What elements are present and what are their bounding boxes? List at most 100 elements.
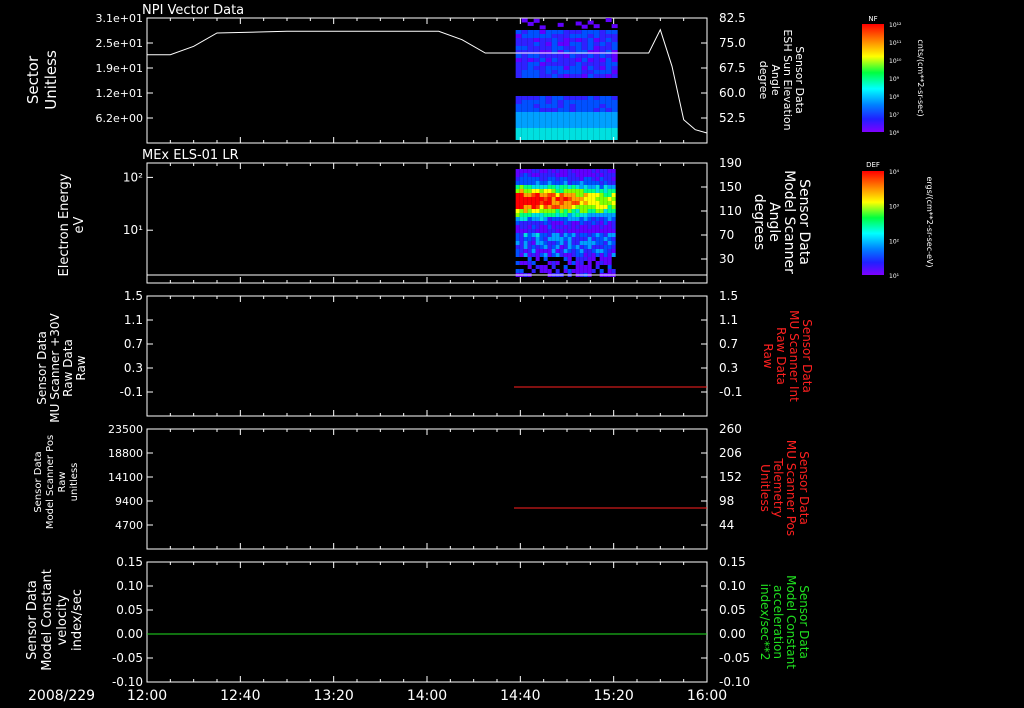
y-tick-label-right: 1.1 [719,313,738,327]
spectrogram-cell [533,112,540,116]
spectrogram-cell [591,217,596,221]
npi-spectrogram [515,18,618,140]
y-tick-label-left: -0.10 [112,675,143,689]
spectrogram-cell [607,217,612,221]
spectrogram-cell [579,177,584,181]
spectrogram-cell [591,229,596,233]
spectrogram-cell [599,205,604,209]
panel-npi-title: NPI Vector Data [142,3,244,18]
spectrogram-cell [543,229,548,233]
spectrogram-cell [591,213,596,217]
spectrogram-cell [567,201,572,205]
spectrogram-cell [533,124,540,128]
spectrogram-cell [587,30,594,34]
spectrogram-cell [583,253,588,257]
spectrogram-cell [607,189,612,193]
spectrogram-cell [591,209,596,213]
spectrogram-cell [607,213,612,217]
spectrogram-cell [563,38,570,42]
spectrogram-cell [539,169,544,173]
spectrogram-cell [527,185,532,189]
spectrogram-cell [593,120,600,124]
model-constant-ticks: 0.15 0.10 0.05 0.00 -0.05 -0.10 0.15 0.10 0.05 0.… [112,555,750,689]
spectrogram-cell [583,217,588,221]
spectrogram-cell [551,38,558,42]
spectrogram-cell [555,209,560,213]
spectrogram-cell [599,193,604,197]
spectrogram-cell [555,189,560,193]
spectrogram-cell [539,213,544,217]
spectrogram-cell [575,249,580,253]
y-tick-label-right: -0.1 [719,385,742,399]
y-tick-label-left: 1.1 [124,313,143,327]
spectrogram-cell [581,108,588,112]
spectrogram-cell [551,265,556,269]
spectrogram-cell [599,257,604,261]
spectrogram-cell [539,193,544,197]
spectrogram-cell [575,201,580,205]
spectrogram-cell [523,197,528,201]
spectrogram-cell [551,58,558,62]
time-tick-label: 12:00 [127,688,167,704]
spectrogram-cell [531,237,536,241]
spectrogram-cell [543,253,548,257]
spectrogram-cell [515,169,520,173]
spectrogram-cell [603,169,608,173]
spectrogram-cell [551,181,556,185]
spectrogram-cell [587,108,594,112]
spectrogram-cell [603,205,608,209]
spectrogram-cell [583,185,588,189]
spectrogram-cell [543,225,548,229]
spectrogram-cell [563,66,570,70]
spectrogram-cell [535,213,540,217]
spectrogram-cell [599,62,606,66]
spectrogram-cell [515,221,520,225]
spectrogram-cell [575,197,580,201]
spectrogram-cell [569,104,576,108]
spectrogram-cell [563,177,568,181]
spectrogram-cell [603,209,608,213]
spectrogram-cell [531,249,536,253]
spectrogram-cell [567,173,572,177]
spectrogram-cell [593,30,600,34]
y-tick-label-right: 70 [719,228,734,242]
spectrogram-cell [547,245,552,249]
spectrogram-cell [611,225,616,229]
spectrogram-cell [527,34,534,38]
spectrogram-cell [579,209,584,213]
spectrogram-cell [605,136,612,140]
spectrogram-cell [593,112,600,116]
spectrogram-cell [611,233,616,237]
spectrogram-cell [605,132,612,136]
y-tick-label-right: 75.0 [719,36,746,50]
spectrogram-cell [551,177,556,181]
spectrogram-cell [539,233,544,237]
spectrogram-cell [583,249,588,253]
spectrogram-cell [559,217,564,221]
spectrogram-cell [563,221,568,225]
spectrogram-cell [587,132,594,136]
y-tick-label-right: 0.05 [719,603,746,617]
y-tick-label-left: 0.15 [116,555,143,569]
spectrogram-cell [587,124,594,128]
spectrogram-cell [567,205,572,209]
spectrogram-cell [603,177,608,181]
spectrogram-cell [539,269,544,273]
spectrogram-cell [591,173,596,177]
spectrogram-cell [595,185,600,189]
spectrogram-cell [515,177,520,181]
spectrogram-cell [555,213,560,217]
spectrogram-cell [531,189,536,193]
spectrogram-cell [557,116,564,120]
spectrogram-cell [563,229,568,233]
spectrogram-cell [611,209,616,213]
spectrogram-cell [581,104,588,108]
spectrogram-cell [591,241,596,245]
scanner-pos-ylabel-left: Sensor DataModel Scanner PosRawunitless [33,435,80,529]
spectrogram-cell [547,169,552,173]
spectrogram-cell [575,257,580,261]
spectrogram-cell [587,261,592,265]
spectrogram-cell [515,217,520,221]
spectrogram-cell [559,193,564,197]
spectrogram-cell [521,108,528,112]
